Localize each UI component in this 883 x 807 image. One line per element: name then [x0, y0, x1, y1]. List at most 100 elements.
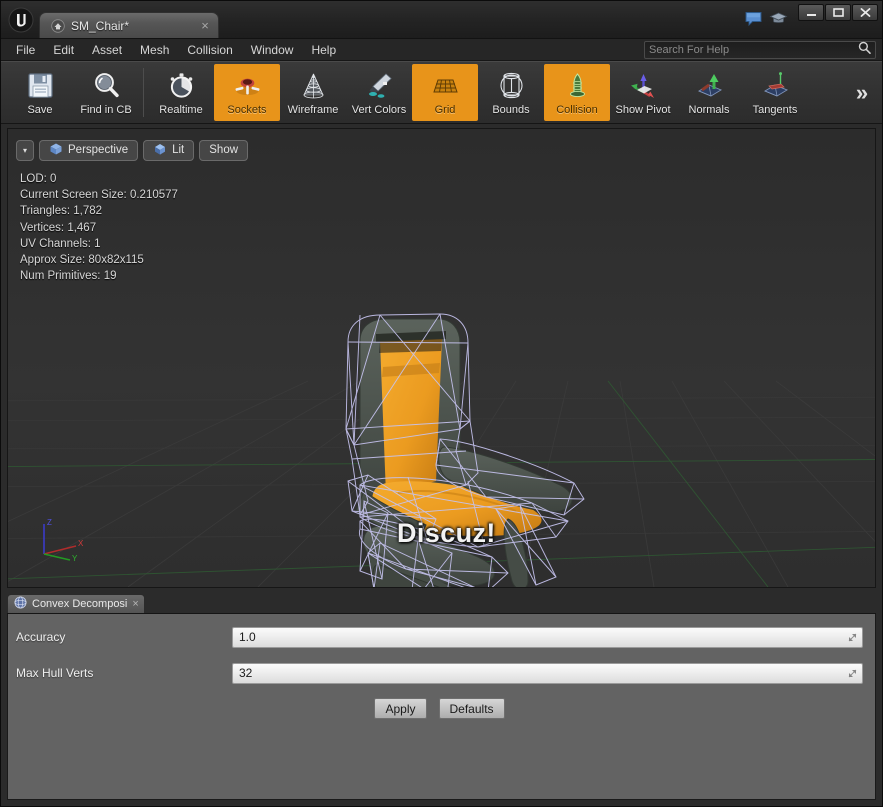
main-toolbar: Save Find in CB Realtime Sockets Wirefra… — [1, 61, 882, 124]
search-icon[interactable] — [858, 41, 871, 59]
document-tab-close-icon[interactable]: × — [198, 19, 212, 33]
viewport-show-label: Show — [209, 144, 239, 156]
lit-shading-icon — [153, 142, 167, 159]
unreal-engine-logo-icon — [3, 2, 39, 38]
menu-item-edit[interactable]: Edit — [44, 41, 83, 59]
toolbar-button-vert-colors[interactable]: Vert Colors — [346, 64, 412, 121]
magnifier-icon — [91, 68, 122, 102]
title-bar-right-cluster — [744, 1, 882, 39]
stat-approx-size: Approx Size: 80x82x115 — [20, 254, 144, 267]
svg-text:Y: Y — [72, 554, 78, 562]
wireframe-cone-icon — [298, 68, 329, 102]
stat-num-primitives: Num Primitives: 19 — [20, 270, 117, 283]
viewport-lighting-mode-button[interactable]: Lit — [143, 139, 195, 161]
maximize-button[interactable] — [825, 4, 851, 21]
title-bar: SM_Chair* × — [1, 1, 882, 39]
viewport-view-mode-label: Perspective — [68, 144, 129, 156]
property-label-max-hull-verts: Max Hull Verts — [16, 666, 94, 680]
help-search-box[interactable] — [644, 41, 876, 59]
normals-icon — [694, 68, 725, 102]
graduation-cap-icon[interactable] — [769, 9, 788, 33]
toolbar-label-bounds: Bounds — [492, 104, 530, 116]
menu-item-help[interactable]: Help — [302, 41, 345, 59]
asset-icon — [50, 18, 65, 33]
panel-tab-close-icon[interactable]: × — [132, 598, 138, 610]
toolbar-label-normals: Normals — [688, 104, 730, 116]
property-row-accuracy: Accuracy 1.0 — [16, 626, 863, 648]
apply-button[interactable]: Apply — [374, 698, 427, 719]
toolbar-label-sockets: Sockets — [227, 104, 267, 116]
toolbar-button-realtime[interactable]: Realtime — [148, 64, 214, 121]
socket-icon — [232, 68, 263, 102]
toolbar-button-show-pivot[interactable]: Show Pivot — [610, 64, 676, 121]
property-row-max-hull-verts: Max Hull Verts 32 — [16, 662, 863, 684]
toolbar-group-asset: Save Find in CB — [7, 64, 139, 121]
toolbar-label-realtime: Realtime — [159, 104, 203, 116]
chevron-down-icon: ▾ — [23, 145, 28, 155]
menu-item-file[interactable]: File — [7, 41, 44, 59]
document-tab-label: SM_Chair* — [71, 18, 130, 33]
toolbar-label-grid: Grid — [434, 104, 456, 116]
toolbar-overflow-button[interactable]: » — [846, 62, 878, 123]
svg-text:X: X — [78, 539, 84, 548]
toolbar-button-grid[interactable]: Grid — [412, 64, 478, 121]
viewport-toolbar: ▾ Perspective Lit Show — [8, 129, 875, 165]
toolbar-button-normals[interactable]: Normals — [676, 64, 742, 121]
viewport-lighting-mode-label: Lit — [172, 144, 185, 156]
stopwatch-icon — [166, 68, 197, 102]
sphere-icon — [14, 596, 27, 612]
viewport-stats-overlay: LOD: 0 Current Screen Size: 0.210577 Tri… — [20, 171, 178, 284]
feedback-bubble-icon[interactable] — [744, 9, 763, 33]
grid-icon — [430, 68, 461, 102]
stat-current-screen-size: Current Screen Size: 0.210577 — [20, 189, 178, 202]
window-control-buttons — [798, 1, 882, 21]
panel-tab-label: Convex Decomposi — [32, 598, 128, 610]
toolbar-button-save[interactable]: Save — [7, 64, 73, 121]
accuracy-value: 1.0 — [239, 630, 256, 644]
toolbar-label-show-pivot: Show Pivot — [615, 104, 671, 116]
toolbar-separator — [143, 68, 144, 117]
menu-item-mesh[interactable]: Mesh — [131, 41, 178, 59]
svg-text:Z: Z — [47, 518, 52, 527]
toolbar-label-find-in-cb: Find in CB — [80, 104, 132, 116]
minimize-button[interactable] — [798, 4, 824, 21]
close-button[interactable] — [852, 4, 878, 21]
toolbar-button-find-in-cb[interactable]: Find in CB — [73, 64, 139, 121]
toolbar-label-save: Save — [27, 104, 53, 116]
help-search-input[interactable] — [649, 44, 858, 56]
viewport-options-menu-button[interactable]: ▾ — [16, 139, 35, 161]
discuz-watermark: Discuz! — [397, 518, 496, 548]
toolbar-label-wireframe: Wireframe — [287, 104, 339, 116]
viewport-view-mode-button[interactable]: Perspective — [39, 139, 139, 161]
defaults-button[interactable]: Defaults — [438, 698, 505, 719]
accuracy-input[interactable]: 1.0 — [232, 626, 863, 648]
drag-spinner-icon[interactable] — [847, 632, 858, 643]
menu-item-window[interactable]: Window — [242, 41, 303, 59]
toolbar-button-wireframe[interactable]: Wireframe — [280, 64, 346, 121]
stat-triangles: Triangles: 1,782 — [20, 205, 103, 218]
menu-bar: File Edit Asset Mesh Collision Window He… — [1, 39, 882, 61]
bounds-icon — [496, 68, 527, 102]
drag-spinner-icon[interactable] — [847, 668, 858, 679]
toolbar-button-collision[interactable]: Collision — [544, 64, 610, 121]
toolbar-label-tangents: Tangents — [752, 104, 798, 116]
unreal-static-mesh-editor-window: SM_Chair* × File Edit Asset Mesh Collisi… — [0, 0, 883, 807]
panel-body: Accuracy 1.0 Max Hull Verts 32 Apply Def… — [7, 614, 876, 800]
toolbar-button-sockets[interactable]: Sockets — [214, 64, 280, 121]
menu-item-collision[interactable]: Collision — [178, 41, 241, 59]
menu-item-asset[interactable]: Asset — [83, 41, 131, 59]
panel-tab-convex-decomposition[interactable]: Convex Decomposi × — [7, 594, 145, 613]
viewport-show-menu-button[interactable]: Show — [199, 139, 249, 161]
mesh-viewport[interactable]: ▾ Perspective Lit Show LOD: 0 Current Sc… — [7, 128, 876, 588]
help-icon-group — [744, 6, 788, 36]
stat-lod: LOD: 0 — [20, 173, 57, 185]
convex-decomposition-panel: Convex Decomposi × Accuracy 1.0 Max Hull… — [7, 594, 876, 800]
pivot-axes-icon — [628, 68, 659, 102]
toolbar-label-collision: Collision — [556, 104, 598, 116]
toolbar-button-bounds[interactable]: Bounds — [478, 64, 544, 121]
document-tab-sm-chair[interactable]: SM_Chair* × — [39, 12, 219, 38]
paintbrush-icon — [364, 68, 395, 102]
max-hull-verts-input[interactable]: 32 — [232, 662, 863, 684]
panel-action-buttons: Apply Defaults — [16, 698, 863, 719]
toolbar-button-tangents[interactable]: Tangents — [742, 64, 808, 121]
